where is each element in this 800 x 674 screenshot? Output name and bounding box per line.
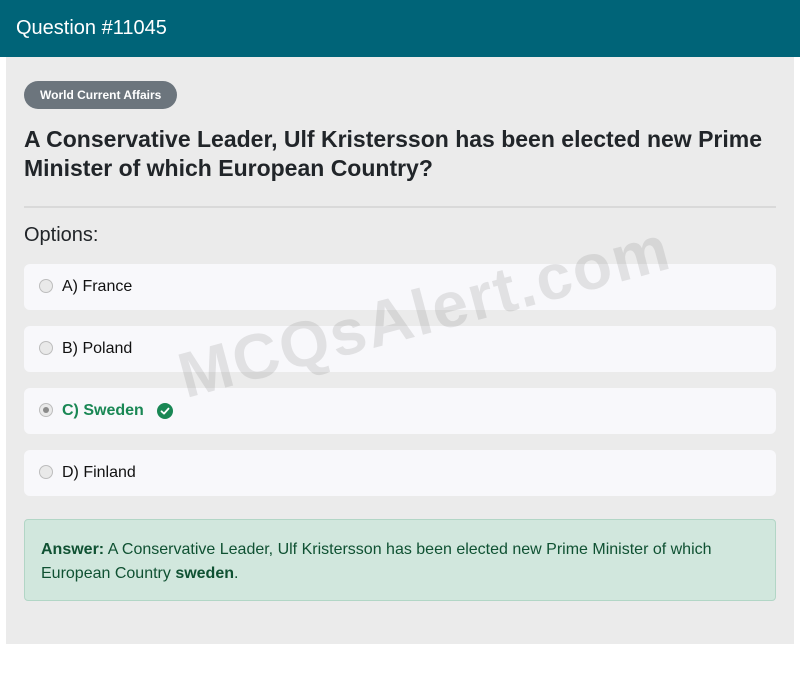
divider xyxy=(24,206,776,208)
radio-button[interactable] xyxy=(39,464,53,479)
answer-text: A Conservative Leader, Ulf Kristersson h… xyxy=(41,541,712,582)
option-label: D) Finland xyxy=(62,464,136,481)
question-text: A Conservative Leader, Ulf Kristersson h… xyxy=(24,126,762,181)
radio-button[interactable] xyxy=(39,278,53,293)
radio-button-selected[interactable] xyxy=(39,402,53,417)
answer-suffix: . xyxy=(234,565,239,582)
option-c[interactable]: C) Sweden xyxy=(24,388,776,434)
category-badge[interactable]: World Current Affairs xyxy=(24,81,178,109)
option-label-correct: C) Sweden xyxy=(62,402,144,419)
option-d[interactable]: D) Finland xyxy=(24,450,776,496)
option-label: A) France xyxy=(62,278,133,295)
radio-button[interactable] xyxy=(39,340,53,355)
option-label: B) Poland xyxy=(62,340,133,357)
question-header: Question #11045 xyxy=(0,0,800,57)
options-label: Options: xyxy=(24,224,99,246)
answer-explanation: Answer: A Conservative Leader, Ulf Krist… xyxy=(24,519,776,601)
check-circle-icon xyxy=(156,403,173,419)
answer-prefix: Answer: xyxy=(41,541,105,558)
answer-highlight: sweden xyxy=(175,565,234,582)
question-number-title: Question #11045 xyxy=(16,17,167,39)
